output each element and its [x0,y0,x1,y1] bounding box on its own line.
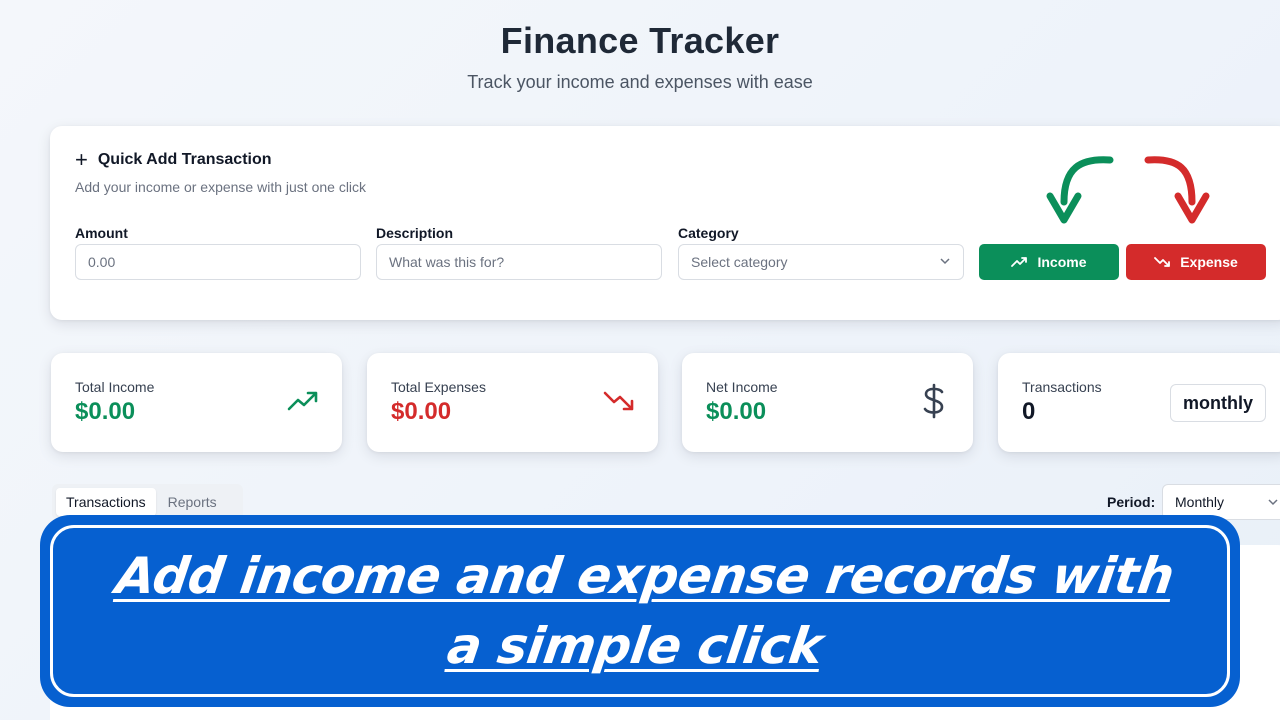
trending-down-icon [603,391,634,411]
total-income-label: Total Income [75,379,155,395]
caption-banner-frame: Add income and expense records with a si… [50,525,1230,697]
add-income-button[interactable]: Income [979,244,1119,280]
total-income-card: Total Income $0.00 [51,353,342,452]
quick-add-title: + Quick Add Transaction [75,147,272,172]
amount-label: Amount [75,225,128,241]
total-expenses-card: Total Expenses $0.00 [367,353,658,452]
page-subtitle: Track your income and expenses with ease [467,72,813,92]
chevron-down-icon [1268,499,1278,506]
net-income-label: Net Income [706,379,778,395]
page-header: Finance Tracker Track your income and ex… [0,20,1280,93]
curved-arrow-green-icon [1046,156,1114,224]
caption-text: Add income and expense records with a si… [112,547,1178,675]
trending-up-icon [287,391,318,411]
plus-icon: + [75,147,88,172]
tab-reports[interactable]: Reports [158,488,227,516]
total-expenses-label: Total Expenses [391,379,486,395]
quick-add-title-text: Quick Add Transaction [97,151,272,168]
amount-input[interactable] [75,244,361,280]
category-select[interactable]: Select category [678,244,964,280]
net-income-value: $0.00 [706,398,767,425]
quick-add-card: + Quick Add Transaction Add your income … [50,126,1280,320]
page-title: Finance Tracker [500,20,780,61]
net-income-card: Net Income $0.00 [682,353,973,452]
expense-button-label: Expense [1180,254,1238,270]
caption-banner: Add income and expense records with a si… [40,515,1240,707]
description-label: Description [376,225,454,241]
transactions-count: 0 [1022,398,1036,425]
transactions-label: Transactions [1022,379,1102,395]
category-label: Category [678,225,739,241]
income-button-label: Income [1037,254,1087,270]
category-placeholder: Select category [691,254,788,270]
curved-arrow-red-icon [1144,156,1210,224]
period-label: Period: [1107,494,1156,510]
chevron-down-icon [939,255,951,270]
description-input[interactable] [376,244,662,280]
trending-up-icon [1011,257,1028,267]
dollar-icon [923,383,944,419]
trending-down-icon [1154,257,1171,267]
total-income-value: $0.00 [75,398,136,425]
quick-add-subtitle: Add your income or expense with just one… [75,179,367,195]
transactions-card: Transactions 0 monthly [998,353,1280,452]
period-selected-value: Monthly [1175,494,1225,510]
period-badge: monthly [1170,384,1266,422]
add-expense-button[interactable]: Expense [1126,244,1266,280]
tab-transactions[interactable]: Transactions [56,488,156,516]
total-expenses-value: $0.00 [391,398,452,425]
